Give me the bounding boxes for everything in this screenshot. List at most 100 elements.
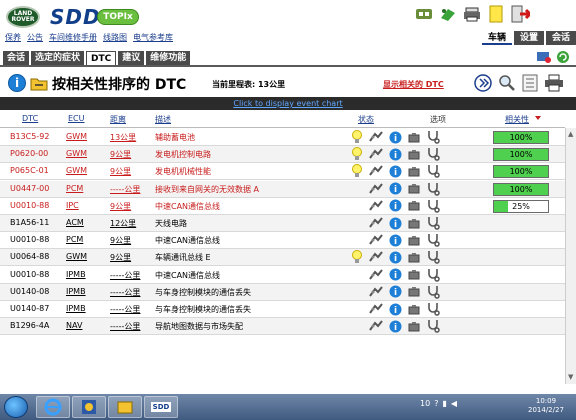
cell-distance[interactable]: -----公里 [110, 321, 140, 332]
table-row[interactable]: U0064-88 GWM 9公里 车辆通讯总线 E i [0, 249, 565, 267]
cell-ecu-name[interactable]: IPMB [66, 270, 86, 279]
cell-distance[interactable]: -----公里 [110, 304, 140, 315]
status-connector-icon[interactable] [369, 302, 383, 316]
tech-bulletin-icon[interactable] [407, 164, 421, 178]
stethoscope-icon[interactable] [426, 216, 440, 230]
cell-ecu-name[interactable]: NAV [66, 321, 82, 330]
tab-vehicle[interactable]: 车辆 [482, 31, 512, 45]
tech-bulletin-icon[interactable] [407, 182, 421, 196]
info-icon[interactable]: i [388, 319, 402, 333]
status-connector-icon[interactable] [369, 268, 383, 282]
diagnostics-icon[interactable] [536, 50, 552, 67]
link-workshop-manual[interactable]: 车间维修手册 [49, 32, 97, 43]
cell-ecu-name[interactable]: IPMB [66, 304, 86, 313]
cell-ecu-name[interactable]: GWM [66, 166, 87, 175]
tab-session-section[interactable]: 会话 [3, 51, 30, 65]
table-row[interactable]: U0010-88 IPMB -----公里 中速CAN通信总线 i [0, 267, 565, 284]
table-row[interactable]: U0140-08 IPMB -----公里 与车身控制模块的通信丢失 i [0, 283, 565, 301]
table-row[interactable]: U0447-00 PCM -----公里 接收到来自网关的无效数据 A i 100% [0, 180, 565, 198]
cell-ecu-name[interactable]: GWM [66, 132, 87, 141]
tab-selected-symptoms[interactable]: 选定的症状 [31, 51, 85, 65]
info-icon[interactable]: i [388, 182, 402, 196]
stethoscope-icon[interactable] [426, 164, 440, 179]
tech-bulletin-icon[interactable] [407, 216, 421, 230]
tech-bulletin-icon[interactable] [407, 285, 421, 299]
column-header-dtc[interactable]: DTC [22, 114, 38, 123]
cell-ecu-name[interactable]: IPMB [66, 287, 86, 296]
info-icon[interactable]: i [388, 130, 402, 144]
stethoscope-icon[interactable] [426, 233, 440, 247]
next-arrow-icon[interactable] [474, 74, 492, 95]
status-connector-icon[interactable] [369, 216, 383, 230]
table-row[interactable]: B1A56-11 ACM 12公里 天线电路 i [0, 215, 565, 232]
vehicle-battery-icon[interactable] [438, 4, 458, 24]
column-header-distance[interactable]: 距离 [110, 114, 126, 125]
table-row[interactable]: U0010-88 IPC 9公里 中速CAN通信总线 i 25% [0, 198, 565, 215]
info-icon[interactable]: i [388, 302, 402, 316]
ie-icon[interactable] [36, 396, 70, 418]
tab-service-functions[interactable]: 维修功能 [146, 51, 191, 65]
stethoscope-icon[interactable] [426, 268, 440, 282]
cell-ecu-name[interactable]: PCM [66, 184, 83, 193]
link-bulletins[interactable]: 公告 [27, 32, 43, 43]
start-button[interactable] [4, 396, 28, 418]
exit-icon[interactable] [510, 4, 530, 24]
refresh-icon[interactable] [556, 50, 570, 67]
tech-bulletin-icon[interactable] [407, 250, 421, 264]
cell-ecu-name[interactable]: GWM [66, 252, 87, 261]
info-icon[interactable]: i [8, 74, 26, 92]
cell-ecu-name[interactable]: ACM [66, 218, 84, 227]
table-row[interactable]: U0140-87 IPMB -----公里 与车身控制模块的通信丢失 i [0, 301, 565, 318]
tab-settings[interactable]: 设置 [514, 31, 544, 45]
vci-connect-icon[interactable] [414, 4, 434, 24]
info-icon[interactable]: i [388, 216, 402, 230]
cell-ecu-name[interactable]: IPC [66, 201, 79, 210]
info-icon[interactable]: i [388, 164, 402, 178]
stethoscope-icon[interactable] [426, 147, 440, 161]
column-header-status[interactable]: 状态 [358, 114, 374, 125]
tech-bulletin-icon[interactable] [407, 302, 421, 316]
cell-distance[interactable]: 9公里 [110, 149, 131, 160]
info-icon[interactable]: i [388, 199, 402, 213]
taskbar-clock[interactable]: 10:09 2014/2/27 [528, 397, 564, 415]
link-electrical-library[interactable]: 电气参考库 [133, 32, 173, 43]
column-header-ecu[interactable]: ECU [68, 114, 85, 123]
column-header-description[interactable]: 描述 [155, 114, 171, 125]
cell-distance[interactable]: -----公里 [110, 184, 140, 195]
tech-bulletin-icon[interactable] [407, 268, 421, 282]
tab-recommendations[interactable]: 建议 [118, 51, 145, 65]
tab-dtc[interactable]: DTC [86, 51, 117, 65]
cell-distance[interactable]: 9公里 [110, 235, 131, 246]
status-connector-icon[interactable] [369, 164, 383, 178]
cell-distance[interactable]: -----公里 [110, 270, 140, 281]
cell-distance[interactable]: 9公里 [110, 252, 131, 263]
status-connector-icon[interactable] [369, 285, 383, 299]
cell-distance[interactable]: 13公里 [110, 132, 136, 143]
print-icon[interactable] [544, 74, 564, 95]
status-connector-icon[interactable] [369, 233, 383, 247]
info-icon[interactable]: i [388, 268, 402, 282]
cell-distance[interactable]: 9公里 [110, 201, 131, 212]
status-connector-icon[interactable] [369, 147, 383, 161]
tech-bulletin-icon[interactable] [407, 199, 421, 213]
taskbar-sdd[interactable]: SDD [144, 396, 178, 418]
table-row[interactable]: P065C-01 GWM 9公里 发电机机械性能 i 100% [0, 163, 565, 181]
status-connector-icon[interactable] [369, 182, 383, 196]
table-row[interactable]: B1296-4A NAV -----公里 导航地图数据与市场失配 i [0, 318, 565, 336]
stethoscope-icon[interactable] [426, 302, 440, 316]
info-icon[interactable]: i [388, 233, 402, 247]
help-icon[interactable]: ? [434, 399, 438, 408]
cell-distance[interactable]: 9公里 [110, 166, 131, 177]
show-related-dtc-link[interactable]: 显示相关的 DTC [383, 79, 444, 90]
info-icon[interactable]: i [388, 147, 402, 161]
scroll-down-icon[interactable]: ▼ [568, 374, 575, 381]
folder-icon[interactable] [30, 75, 48, 94]
tech-bulletin-icon[interactable] [407, 147, 421, 161]
network-icon[interactable]: ▮ [442, 399, 446, 408]
stethoscope-icon[interactable] [426, 250, 440, 265]
tech-bulletin-icon[interactable] [407, 319, 421, 333]
column-header-relevance[interactable]: 相关性 [505, 114, 529, 125]
stethoscope-icon[interactable] [426, 285, 440, 299]
volume-icon[interactable]: ◀ [451, 399, 457, 408]
table-row[interactable]: U0010-88 PCM 9公里 中速CAN通信总线 i [0, 232, 565, 250]
